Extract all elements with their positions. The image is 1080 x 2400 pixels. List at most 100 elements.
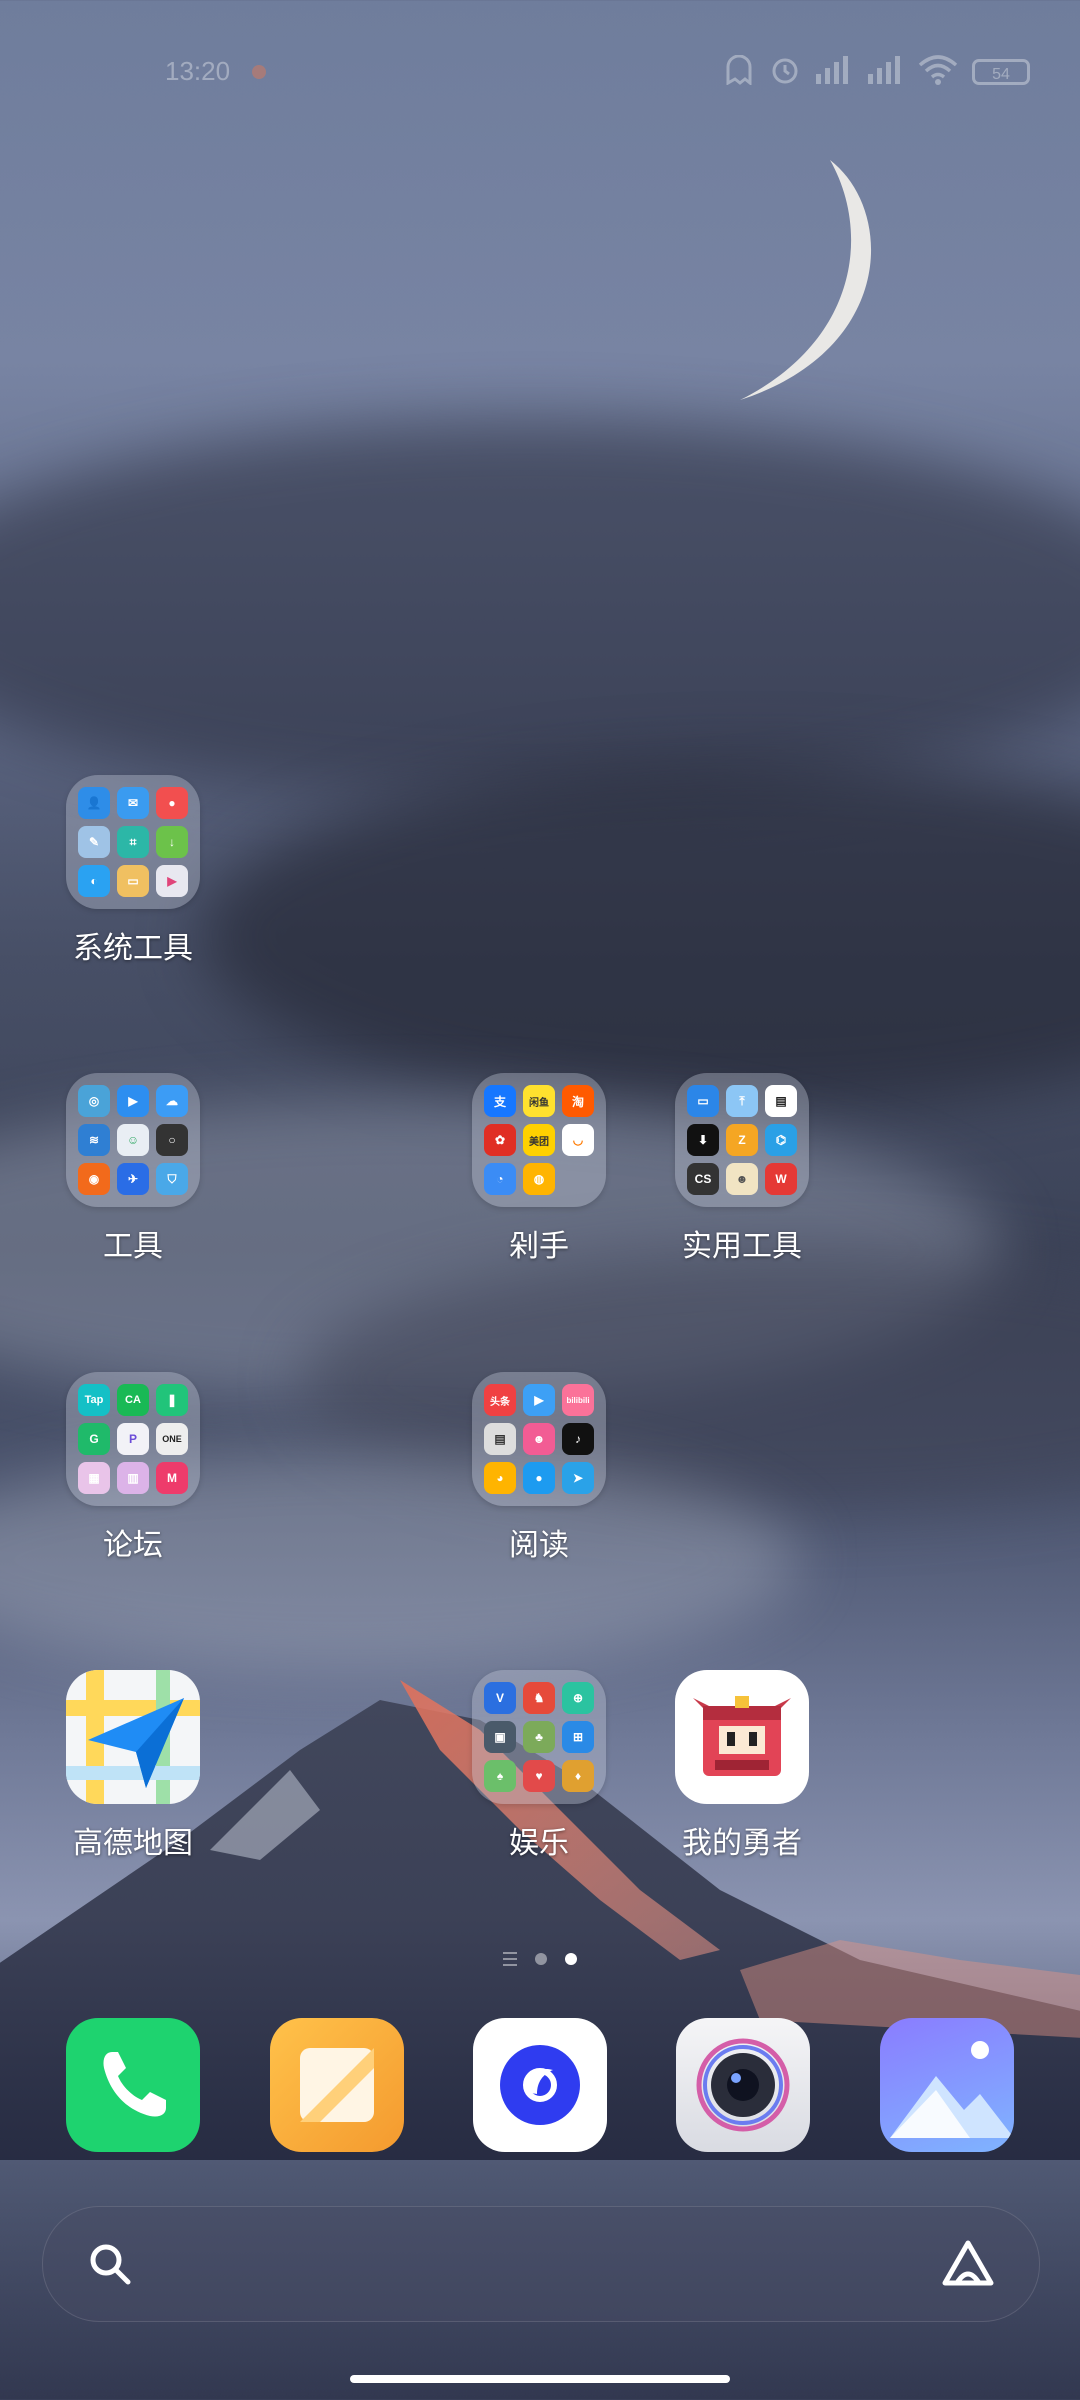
play-icon: ▶ [117, 1085, 149, 1117]
game2-icon: ▣ [484, 1721, 516, 1753]
one-icon: ONE [156, 1423, 188, 1455]
status-time: 13:20 [165, 56, 231, 86]
v-icon: V [484, 1682, 516, 1714]
vpn-icon: ◎ [78, 1085, 110, 1117]
folder-forum[interactable]: Tap CA ❚ G P ONE ▦ ▥ M 论坛 [43, 1372, 223, 1564]
folder-icon: 👤 ✉ ● ✎ ⌗ ↓ ◐ ▭ ▶ [66, 775, 200, 909]
folder-icon: ▭ ⤒ ▤ ⬇ Z ⌬ CS ☻ W [675, 1073, 809, 1207]
chat-icon: ≋ [78, 1124, 110, 1156]
folder-system-tools[interactable]: 👤 ✉ ● ✎ ⌗ ↓ ◐ ▭ ▶ 系统工具 [43, 775, 223, 967]
dock [0, 2018, 1080, 2154]
search-bar[interactable] [42, 2206, 1040, 2322]
gallery-app[interactable] [880, 2018, 1014, 2152]
notification-dot-icon [252, 65, 266, 79]
home-indicator[interactable] [350, 2375, 730, 2383]
download-manager-icon: ⬇ [687, 1124, 719, 1156]
message-icon: ▤ [765, 1085, 797, 1117]
camera-icon [696, 2038, 790, 2132]
app-amap[interactable]: 高德地图 [43, 1670, 223, 1862]
page-indicator [0, 1952, 1080, 1966]
tiktok-icon: ♪ [562, 1423, 594, 1455]
app-label: 娱乐 [509, 1826, 569, 1861]
app-label: 剁手 [509, 1229, 569, 1264]
controller-icon: ⊕ [562, 1682, 594, 1714]
hero-game-icon [675, 1670, 809, 1804]
ring-icon: ○ [156, 1124, 188, 1156]
folder-tools[interactable]: ◎ ▶ ☁ ≋ ☺ ○ ◉ ✈ ⛉ 工具 [43, 1073, 223, 1265]
coolapk-icon: CA [117, 1384, 149, 1416]
signal-2-icon [866, 56, 904, 88]
page-list-icon[interactable] [503, 1952, 517, 1966]
app-my-hero[interactable]: 我的勇者 [652, 1670, 832, 1862]
folder-shopping[interactable]: 支 闲鱼 淘 ✿ 美团 ◡ ◔ ◍ 剁手 [449, 1073, 629, 1265]
app-label: 阅读 [509, 1528, 569, 1563]
comic-icon: ◕ [484, 1462, 516, 1494]
network-icon: ⌬ [765, 1124, 797, 1156]
app-label: 我的勇者 [682, 1826, 802, 1861]
chat-bubble-icon: ❚ [156, 1384, 188, 1416]
amap-icon [66, 1670, 200, 1804]
folder-icon: Tap CA ❚ G P ONE ▦ ▥ M [66, 1372, 200, 1506]
app-label: 论坛 [103, 1528, 163, 1563]
app-label: 实用工具 [682, 1229, 802, 1264]
search-icon [90, 2244, 131, 2285]
folder-reading[interactable]: 头条 ▶ bilibili ▤ ☻ ♪ ◕ ● ➤ 阅读 [449, 1372, 629, 1564]
ele-icon: ◍ [523, 1163, 555, 1195]
game1-icon: ♞ [523, 1682, 555, 1714]
app-label: 高德地图 [73, 1826, 193, 1861]
wifi-icon [918, 55, 958, 89]
notes-icon [300, 2048, 374, 2122]
feather-icon: ✎ [78, 826, 110, 858]
camera-app[interactable] [676, 2018, 810, 2152]
browser-icon [500, 2045, 580, 2125]
gamepad-icon: ⊞ [562, 1721, 594, 1753]
phone-app[interactable] [66, 2018, 200, 2152]
cloud-icon: ☁ [156, 1085, 188, 1117]
taobao-icon: 淘 [562, 1085, 594, 1117]
folder-utility-tools[interactable]: ▭ ⤒ ▤ ⬇ Z ⌬ CS ☻ W 实用工具 [652, 1073, 832, 1265]
upload-icon: ⤒ [726, 1085, 758, 1117]
alipay-icon: 支 [484, 1085, 516, 1117]
folder-icon: 头条 ▶ bilibili ▤ ☻ ♪ ◕ ● ➤ [472, 1372, 606, 1506]
scanner-icon: ⌗ [117, 826, 149, 858]
zarchiver-icon: Z [726, 1124, 758, 1156]
pinduoduo-icon: ✿ [484, 1124, 516, 1156]
play-store-icon: ▶ [156, 865, 188, 897]
pixel-icon: ▦ [78, 1462, 110, 1494]
empty-slot [562, 1163, 594, 1195]
battery-icon: 54 [972, 59, 1030, 85]
game6-icon: ♦ [562, 1760, 594, 1792]
page-dot[interactable] [535, 1953, 547, 1965]
p-icon: P [117, 1423, 149, 1455]
moon-graphic [740, 160, 872, 400]
signal-1-icon [814, 56, 852, 88]
game5-icon: ♥ [523, 1760, 555, 1792]
camscanner-icon: CS [687, 1163, 719, 1195]
app-label: 工具 [103, 1229, 163, 1264]
notes-app[interactable] [270, 2018, 404, 2152]
plane-icon: ✈ [117, 1163, 149, 1195]
browser-app[interactable] [473, 2018, 607, 2152]
alarm-icon [770, 55, 800, 89]
reader-icon: ▤ [484, 1423, 516, 1455]
grammar-icon: G [78, 1423, 110, 1455]
compass-icon: ◐ [78, 865, 110, 897]
wps-icon: W [765, 1163, 797, 1195]
ctrip-icon: ◔ [484, 1163, 516, 1195]
contacts-icon: 👤 [78, 787, 110, 819]
folder-entertainment[interactable]: V ♞ ⊕ ▣ ♣ ⊞ ♠ ♥ ♦ 娱乐 [449, 1670, 629, 1862]
assistant-icon[interactable] [941, 2237, 995, 2291]
phone-icon [103, 2052, 166, 2117]
browser-mini-icon: ● [523, 1462, 555, 1494]
cat-icon: ☻ [726, 1163, 758, 1195]
game4-icon: ♠ [484, 1760, 516, 1792]
app-label: 系统工具 [73, 931, 193, 966]
m-icon: M [156, 1462, 188, 1494]
status-bar: 13:20 54 [0, 0, 1080, 140]
mail-icon: ✉ [117, 787, 149, 819]
page-dot-active[interactable] [565, 1953, 577, 1965]
download-icon: ↓ [156, 826, 188, 858]
file-icon: ▭ [117, 865, 149, 897]
gallery-icon [890, 2041, 1014, 2138]
video-icon: ▶ [523, 1384, 555, 1416]
